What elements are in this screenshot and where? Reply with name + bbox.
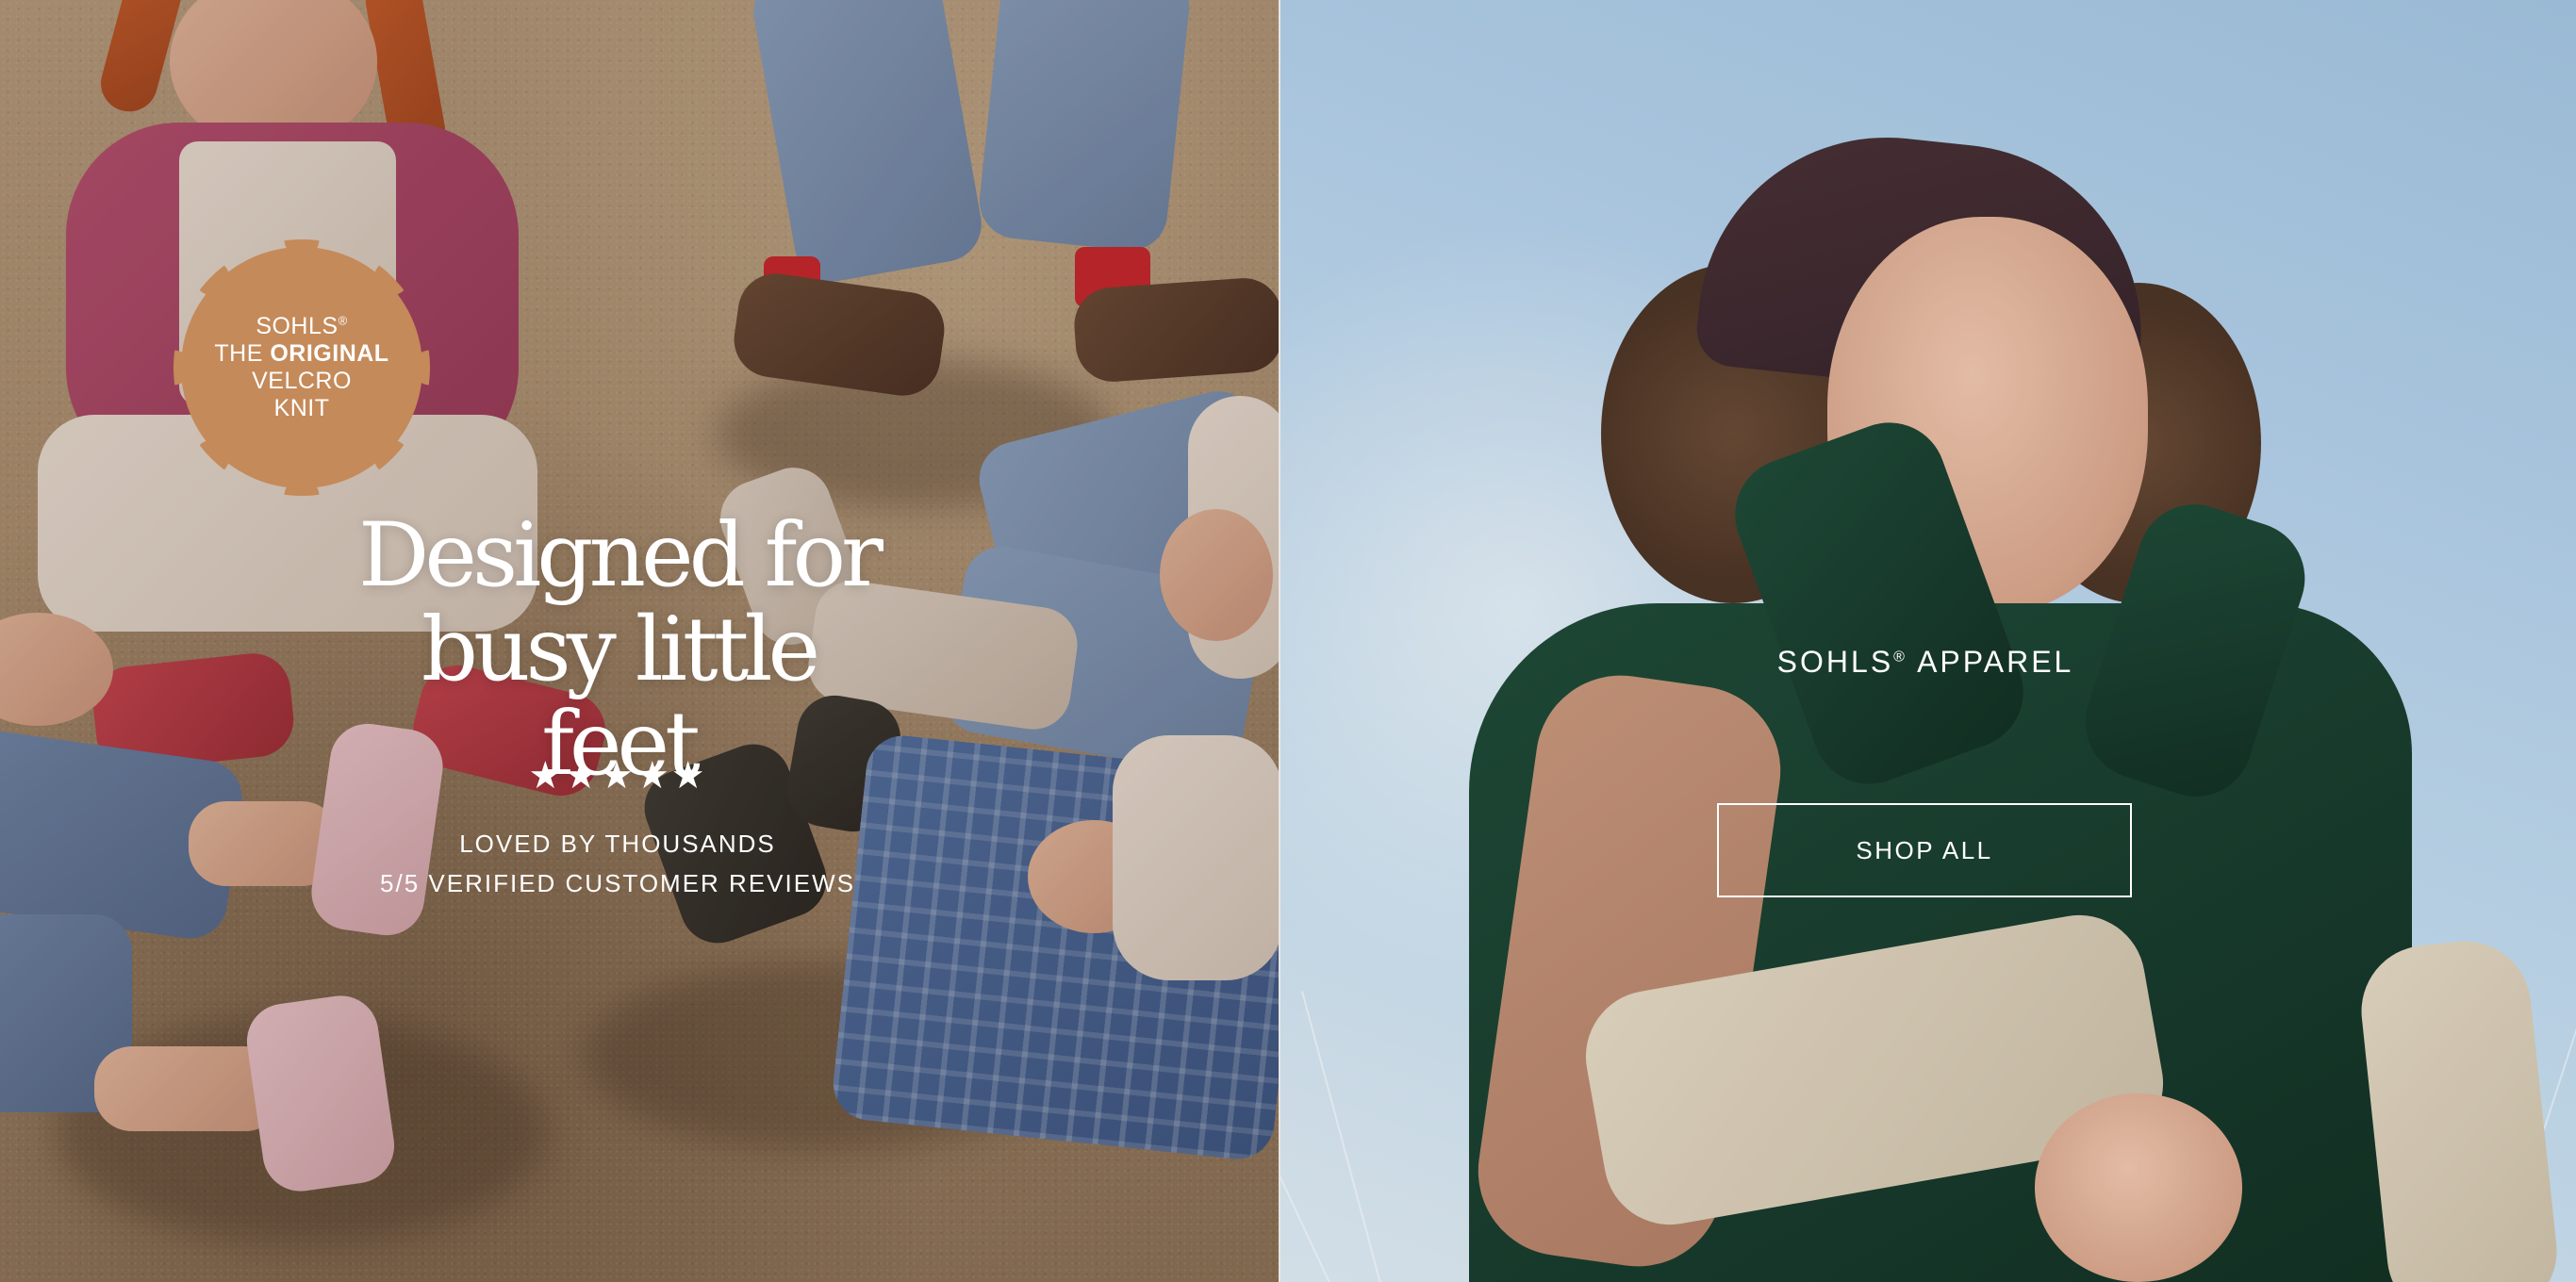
badge-line-2: THE ORIGINAL	[214, 340, 389, 367]
hero-image-apparel[interactable]	[1280, 0, 2576, 1282]
apparel-brand: SOHLS	[1776, 645, 1894, 679]
panel-divider	[1279, 0, 1280, 1282]
star-rating: ★★★★★	[528, 754, 707, 797]
original-velcro-knit-badge: SOHLS® THE ORIGINAL VELCRO KNIT	[173, 239, 430, 496]
headline-line-1: Designed for	[357, 504, 883, 607]
badge-line-4: KNIT	[273, 395, 330, 421]
reviews-line-2: 5/5 VERIFIED CUSTOMER REVIEWS	[380, 869, 855, 897]
image-tint	[1280, 0, 2576, 1282]
apparel-title: SOHLS® APPAREL	[1563, 645, 2287, 680]
page: SOHLS® THE ORIGINAL VELCRO KNIT Designed…	[0, 0, 2576, 1282]
hero-headline: Designed for busy little feet	[336, 509, 901, 792]
review-summary: LOVED BY THOUSANDS 5/5 VERIFIED CUSTOMER…	[335, 824, 900, 903]
reviews-line-1: LOVED BY THOUSANDS	[459, 830, 776, 858]
registered-mark: ®	[1893, 649, 1907, 666]
badge-line-3: VELCRO	[252, 368, 352, 394]
apparel-label: APPAREL	[1907, 645, 2074, 679]
shop-all-button[interactable]: SHOP ALL	[1717, 803, 2132, 897]
badge-line-1: SOHLS®	[256, 313, 348, 339]
